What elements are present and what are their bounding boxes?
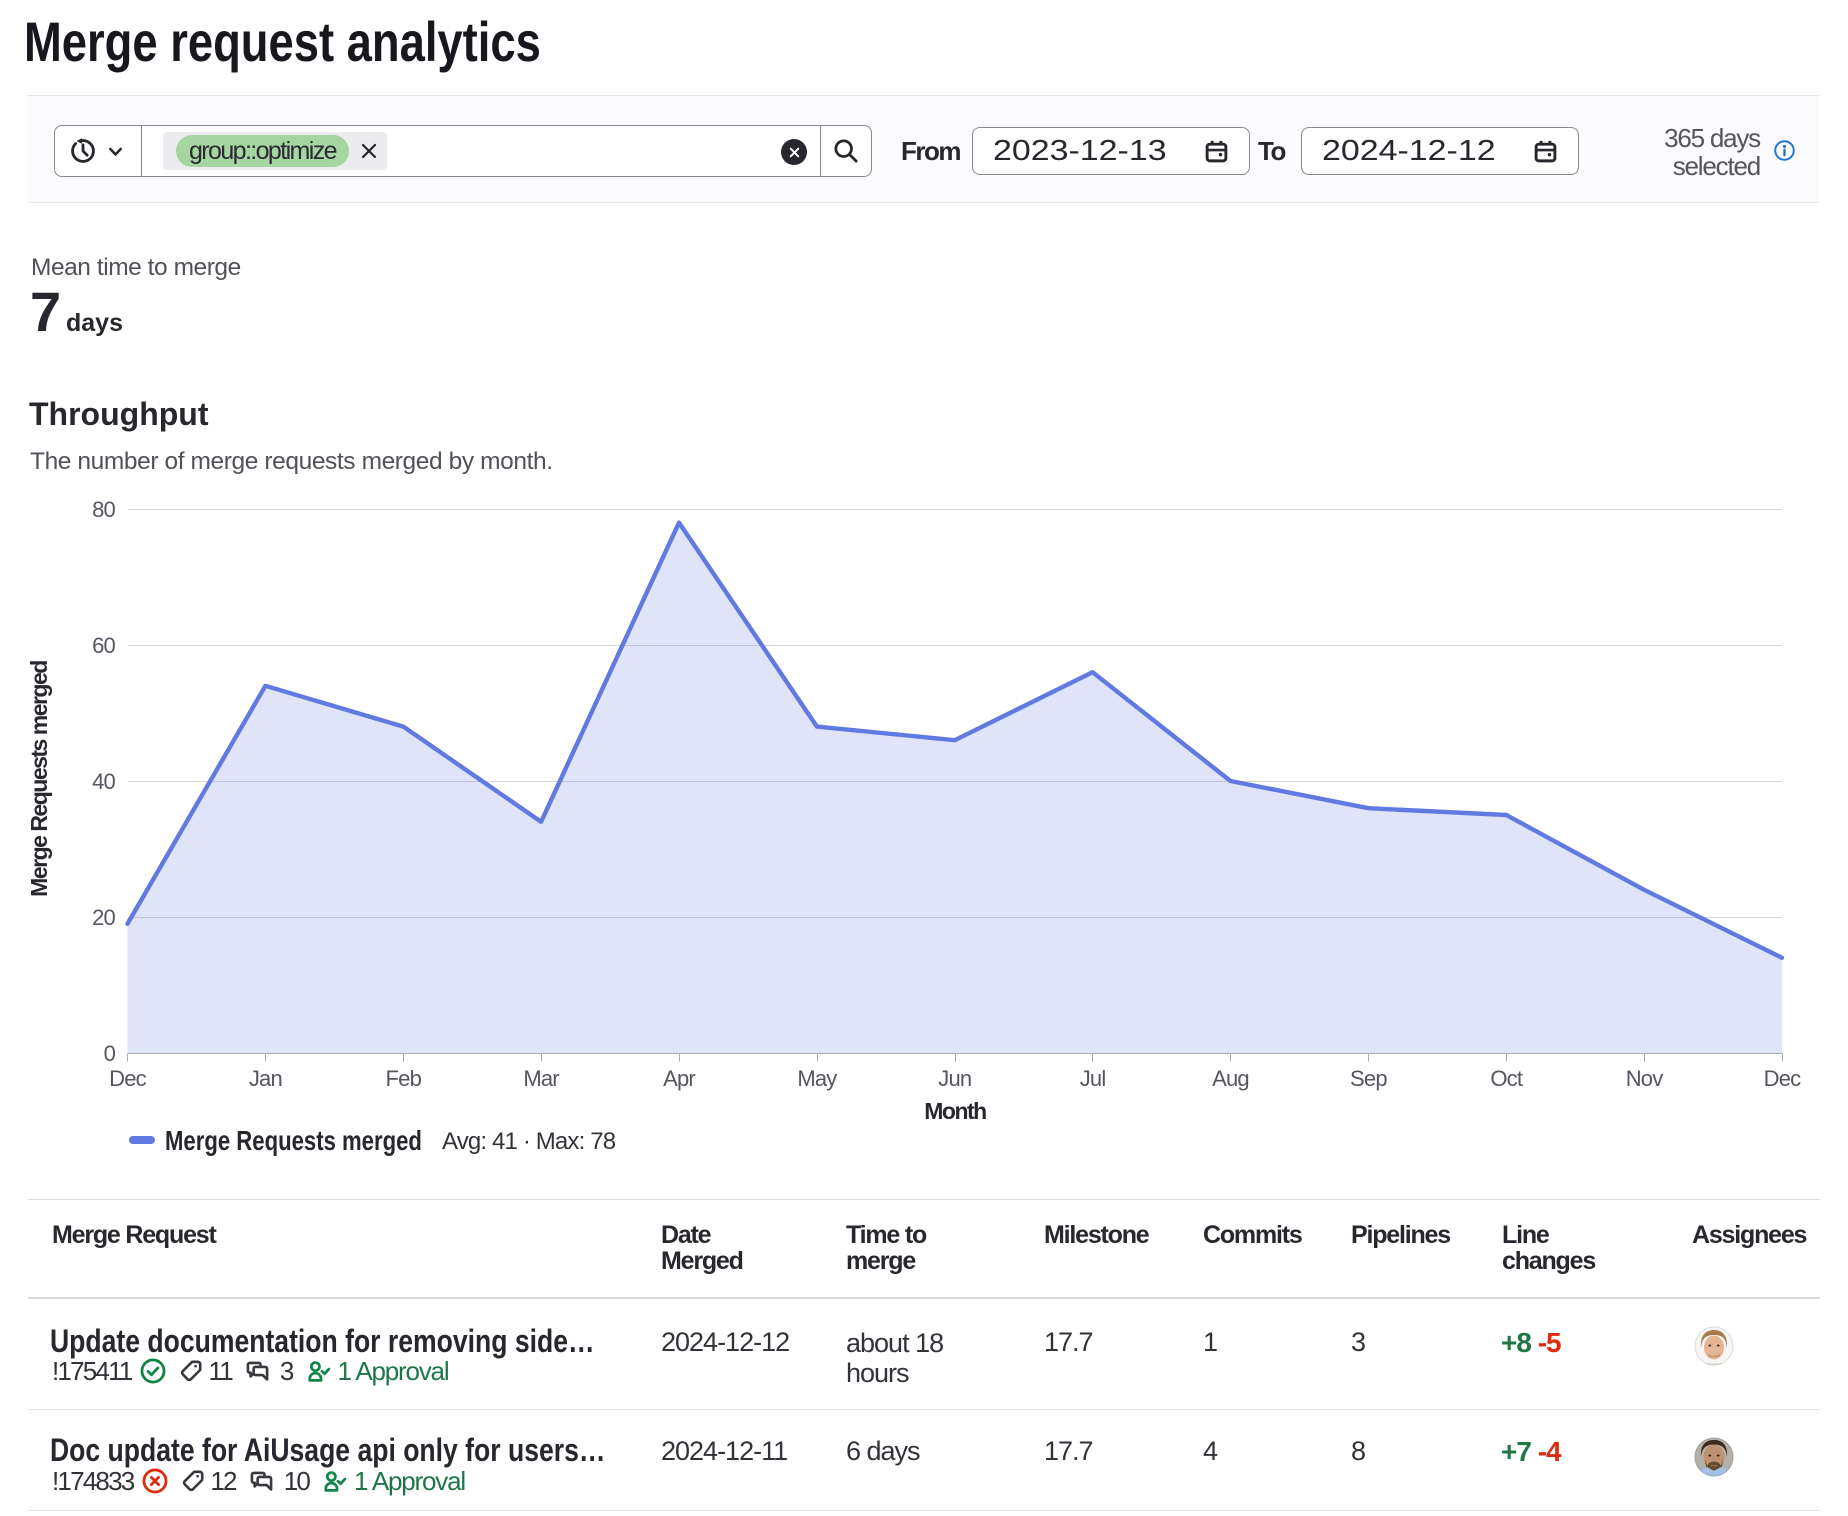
- svg-text:Jul: Jul: [1080, 1066, 1106, 1091]
- svg-text:Dec: Dec: [109, 1066, 147, 1091]
- svg-text:Apr: Apr: [663, 1066, 695, 1091]
- svg-text:Mar: Mar: [523, 1066, 559, 1091]
- svg-text:40: 40: [92, 769, 115, 794]
- svg-text:Feb: Feb: [386, 1066, 422, 1091]
- svg-text:Sep: Sep: [1350, 1066, 1387, 1091]
- svg-text:20: 20: [92, 905, 115, 930]
- svg-text:Nov: Nov: [1626, 1066, 1664, 1091]
- svg-text:Jun: Jun: [938, 1066, 971, 1091]
- svg-text:Dec: Dec: [1764, 1066, 1802, 1091]
- svg-text:Aug: Aug: [1212, 1066, 1249, 1091]
- svg-text:May: May: [797, 1066, 837, 1091]
- svg-text:Jan: Jan: [249, 1066, 282, 1091]
- svg-text:0: 0: [104, 1041, 116, 1066]
- svg-text:Month: Month: [924, 1098, 986, 1124]
- svg-text:Oct: Oct: [1490, 1066, 1523, 1091]
- svg-text:Merge Requests merged: Merge Requests merged: [26, 661, 52, 897]
- svg-text:80: 80: [92, 497, 115, 522]
- svg-text:60: 60: [92, 633, 115, 658]
